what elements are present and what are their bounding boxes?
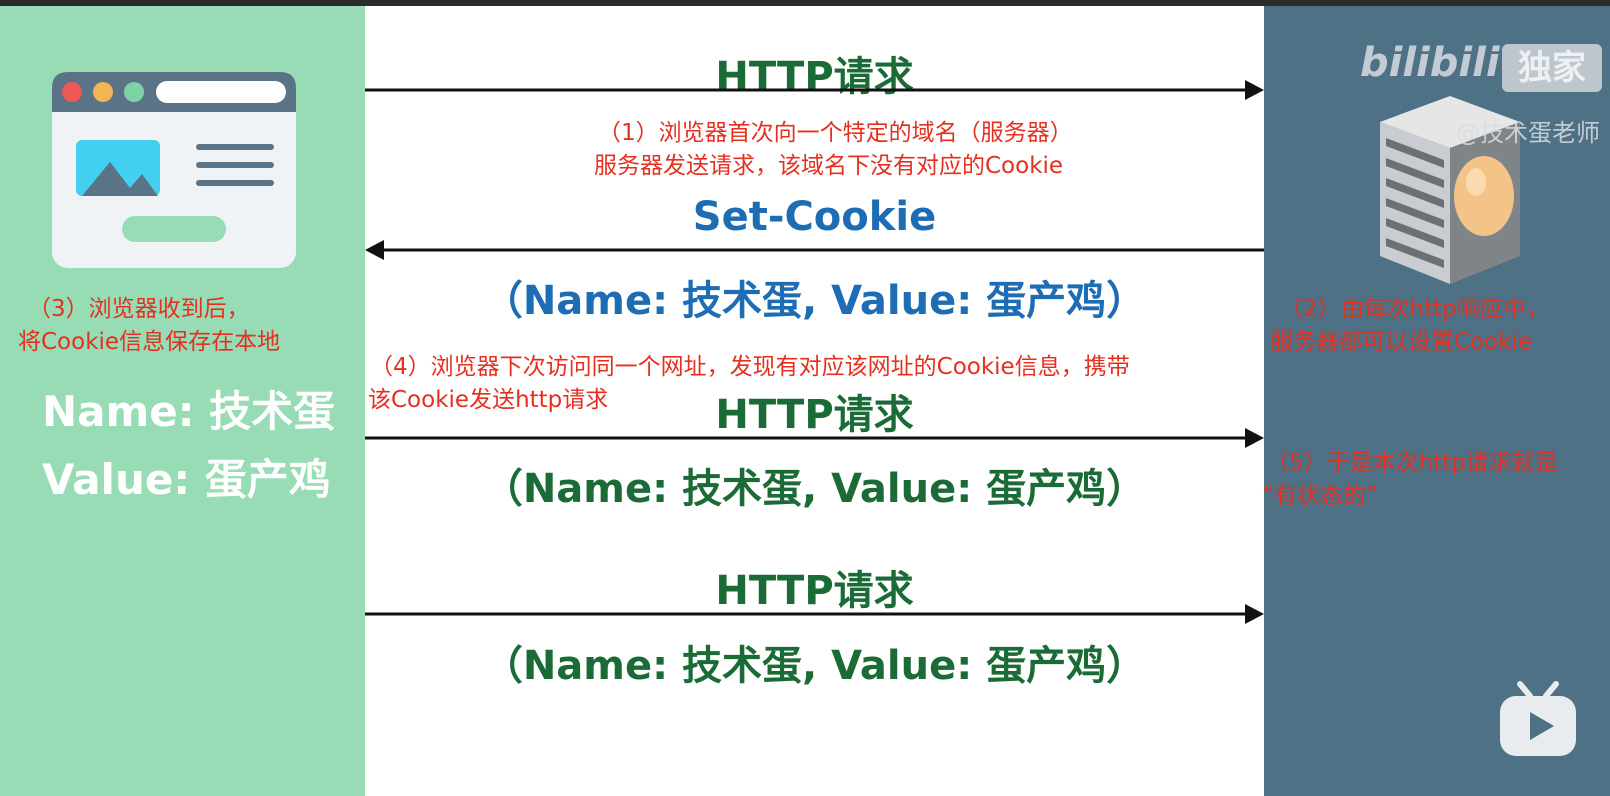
stored-cookie-name: Name: 技术蛋 — [42, 387, 336, 436]
step3-note-line1: （3）浏览器收到后， — [28, 296, 250, 322]
request2-arrow — [365, 428, 1264, 448]
request1-arrow — [365, 80, 1264, 100]
stored-cookie-value: Value: 蛋产鸡 — [42, 455, 331, 504]
response-label: Set-Cookie — [692, 194, 937, 240]
step2-note-line1: （2）由每次http响应中， — [1280, 296, 1549, 322]
step4-note-line1: （4）浏览器下次访问同一个网址，发现有对应该网址的Cookie信息，携带 — [370, 354, 1130, 380]
step5-note-line2: “有状态的” — [1262, 483, 1378, 509]
bilibili-logo: bilibili — [1360, 40, 1500, 86]
request3-arrow — [365, 604, 1264, 624]
author-watermark: @技术蛋老师 — [1456, 119, 1600, 147]
response-cookie: （Name: 技术蛋, Value: 蛋产鸡） — [482, 278, 1147, 324]
bilibili-play-icon[interactable] — [1496, 680, 1580, 760]
exclusive-badge: 独家 — [1502, 44, 1602, 92]
exclusive-badge-text: 独家 — [1518, 48, 1586, 88]
step1-note-line2: 服务器发送请求，该域名下没有对应的Cookie — [594, 153, 1064, 179]
request2-cookie: （Name: 技术蛋, Value: 蛋产鸡） — [482, 466, 1147, 512]
step5-note-line1: （5）于是本次http请求就是 — [1266, 450, 1558, 476]
browser-window-icon — [50, 70, 298, 270]
step3-note-line2: 将Cookie信息保存在本地 — [18, 329, 281, 355]
response-arrow — [365, 240, 1264, 260]
server-rack-icon — [1370, 66, 1550, 286]
request3-cookie: （Name: 技术蛋, Value: 蛋产鸡） — [482, 643, 1147, 689]
step1-note-line1: （1）浏览器首次向一个特定的域名（服务器） — [598, 120, 1073, 146]
step2-note-line2: 服务器都可以设置Cookie — [1270, 329, 1533, 355]
